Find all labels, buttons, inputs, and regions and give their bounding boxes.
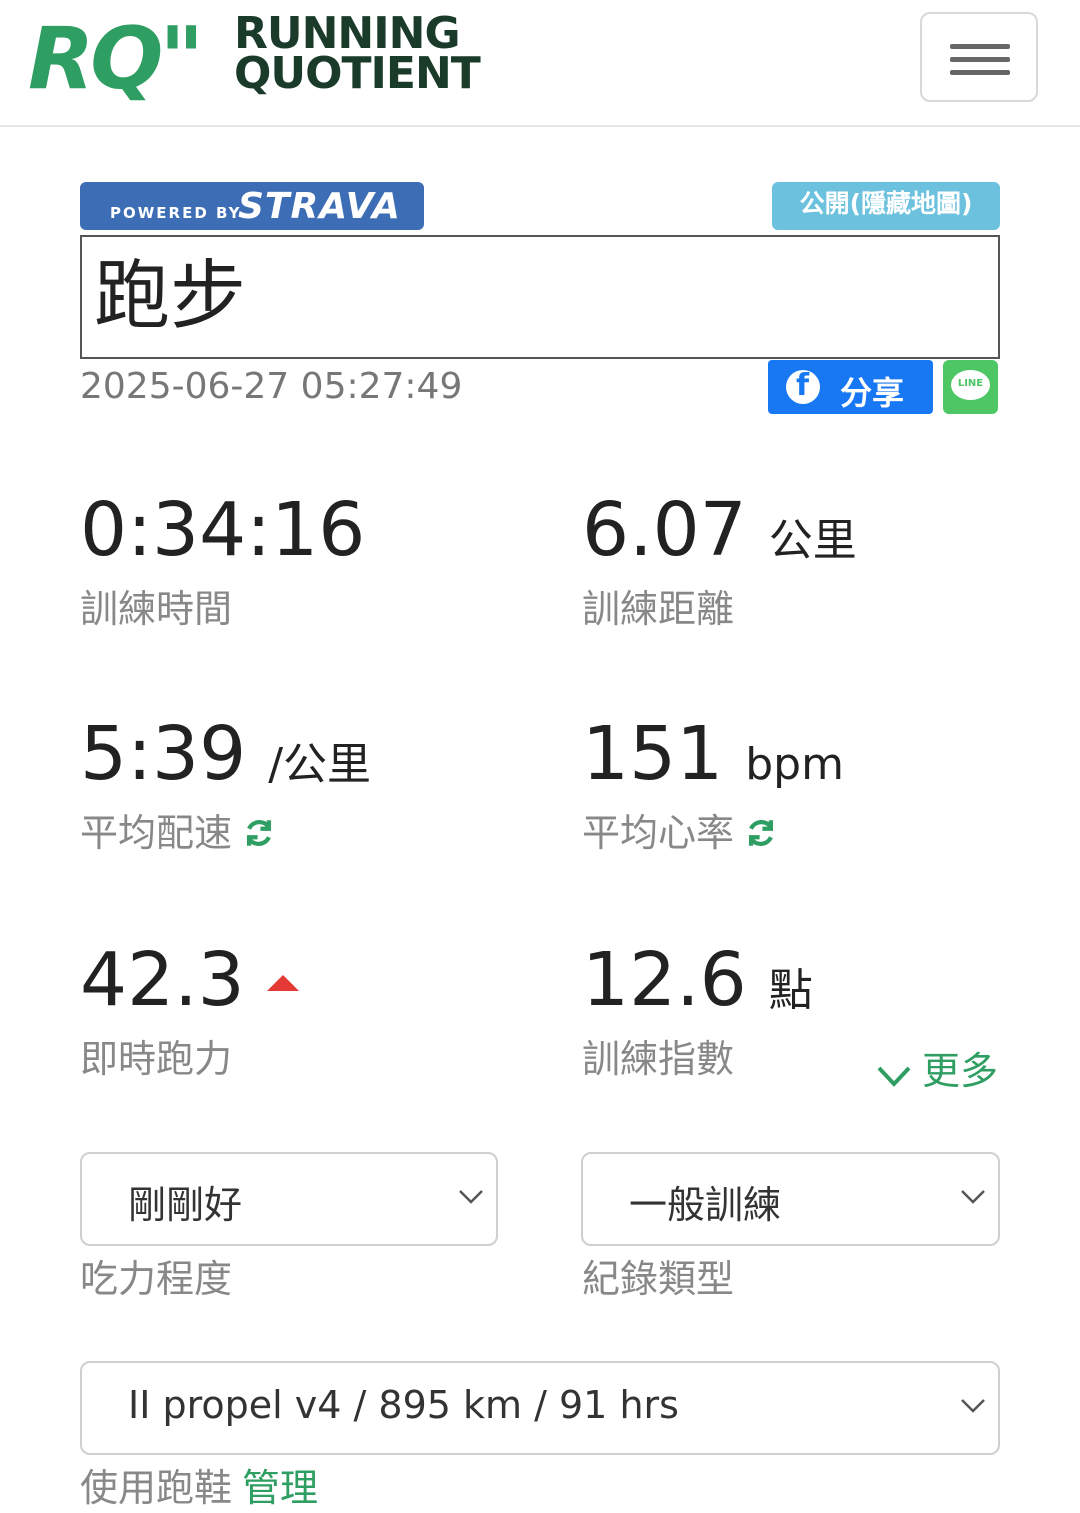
heart-rate-value-line: 151 bpm [582, 712, 844, 807]
shoes-selected-value: II propel v4 / 895 km / 91 hrs [128, 1383, 679, 1427]
training-time-label: 訓練時間 [80, 587, 233, 631]
logo-mark: RQ" [28, 9, 204, 109]
more-label: 更多 [922, 1049, 999, 1093]
vdot-label: 即時跑力 [80, 1037, 233, 1081]
effort-select[interactable]: 剛剛好 [80, 1152, 498, 1246]
training-index-unit: 點 [768, 965, 813, 1016]
menu-bar-icon [950, 57, 1010, 62]
heart-rate-label-line: 平均心率 [582, 802, 778, 857]
trend-up-icon [266, 975, 299, 991]
shoes-label-line: 使用跑鞋 管理 [80, 1457, 318, 1512]
pace-label: 平均配速 [80, 811, 233, 855]
menu-bar-icon [950, 44, 1010, 49]
chevron-down-icon [961, 1399, 985, 1413]
powered-by-strava-badge[interactable]: POWERED BY STRAVA [80, 182, 424, 230]
chevron-down-icon [459, 1190, 483, 1204]
pace-value: 5:39 [80, 711, 247, 797]
chevron-down-icon [877, 1066, 911, 1087]
sync-icon[interactable] [242, 816, 276, 850]
activity-title: 跑步 [94, 251, 246, 340]
manage-shoes-link[interactable]: 管理 [242, 1466, 318, 1510]
hamburger-menu-button[interactable] [920, 12, 1038, 102]
strava-logo-text: STRAVA [238, 186, 401, 227]
shoes-label: 使用跑鞋 [80, 1466, 233, 1510]
menu-bar-icon [950, 70, 1010, 75]
heart-rate-value: 151 [582, 711, 724, 797]
visibility-badge[interactable]: 公開(隱藏地圖) [772, 182, 1000, 230]
distance-value: 6.07 [582, 487, 747, 573]
record-type-label: 紀錄類型 [582, 1257, 735, 1301]
site-header: RQ" RUNNING QUOTIENT [0, 0, 1080, 127]
heart-rate-label: 平均心率 [582, 811, 735, 855]
record-type-select[interactable]: 一般訓練 [581, 1152, 1000, 1246]
vdot-value-line: 42.3 [80, 938, 299, 1022]
activity-datetime: 2025-06-27 05:27:49 [80, 366, 463, 407]
facebook-icon [786, 368, 820, 404]
sync-icon[interactable] [744, 816, 778, 850]
pace-value-line: 5:39/公里 [80, 712, 371, 807]
training-index-label: 訓練指數 [582, 1037, 735, 1081]
shoes-select[interactable]: II propel v4 / 895 km / 91 hrs [80, 1361, 1000, 1455]
training-index-value-line: 12.6 點 [582, 938, 813, 1033]
more-toggle[interactable]: 更多 [876, 1040, 998, 1095]
line-icon: LINE [951, 370, 990, 400]
heart-rate-unit: bpm [745, 739, 844, 790]
vdot-value: 42.3 [80, 937, 245, 1023]
record-type-selected-value: 一般訓練 [629, 1183, 782, 1227]
distance-unit: 公里 [768, 515, 857, 566]
facebook-share-button[interactable]: 分享 [768, 360, 933, 414]
line-icon-text: LINE [957, 378, 984, 389]
training-index-value: 12.6 [582, 937, 747, 1023]
effort-label: 吃力程度 [80, 1257, 233, 1301]
pace-unit: /公里 [268, 739, 372, 790]
logo-wordmark: RUNNING QUOTIENT [234, 12, 481, 99]
activity-title-field[interactable]: 跑步 [80, 235, 1000, 359]
distance-value-line: 6.07 公里 [582, 488, 857, 583]
logo-line-2: QUOTIENT [234, 48, 481, 99]
powered-by-text: POWERED BY [110, 204, 242, 222]
training-time-value: 0:34:16 [80, 487, 366, 573]
line-share-button[interactable]: LINE [943, 360, 998, 414]
chevron-down-icon [961, 1190, 985, 1204]
distance-label: 訓練距離 [582, 587, 735, 631]
pace-label-line: 平均配速 [80, 802, 276, 857]
running-quotient-logo[interactable]: RQ" RUNNING QUOTIENT [28, 9, 568, 109]
facebook-share-label: 分享 [840, 374, 905, 412]
effort-selected-value: 剛剛好 [128, 1183, 243, 1227]
